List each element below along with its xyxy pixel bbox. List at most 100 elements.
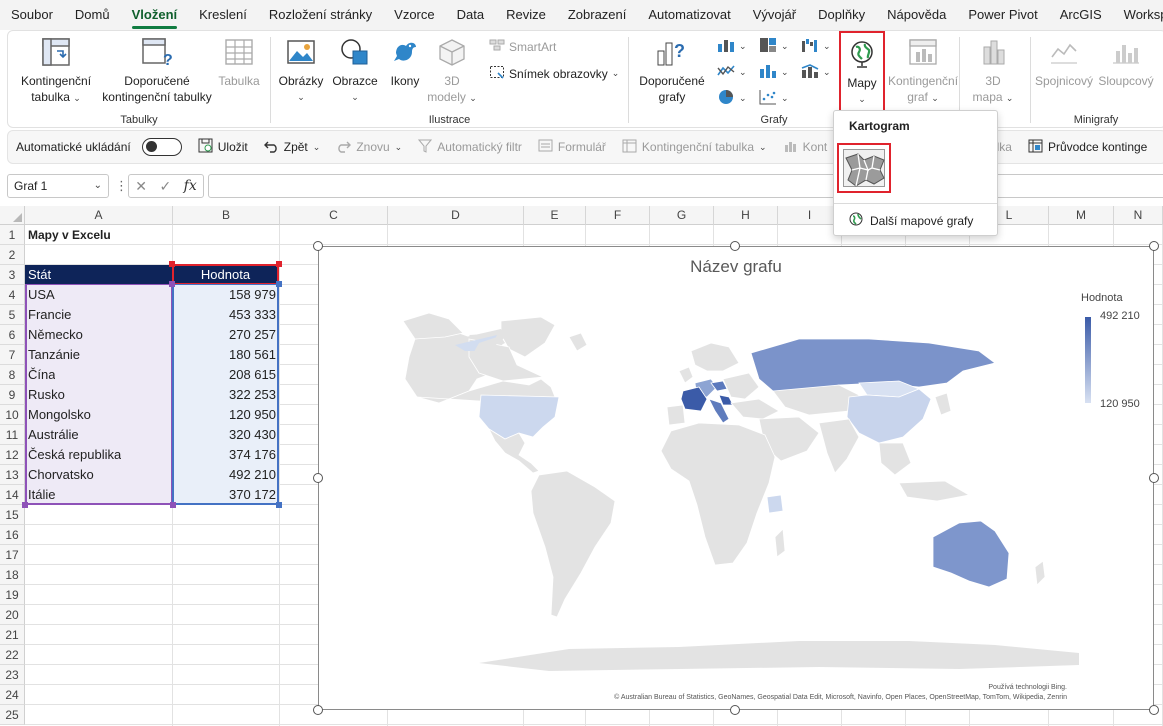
tab-3[interactable]: Kreslení	[188, 0, 258, 30]
tab-14[interactable]: ArcGIS	[1049, 0, 1113, 30]
row-header-7[interactable]: 7	[0, 345, 25, 365]
more-map-charts-button[interactable]: Další mapové grafy	[849, 212, 973, 229]
country-australia[interactable]	[932, 520, 1010, 588]
redo-button[interactable]: Znovu ⌄	[328, 139, 410, 156]
tab-5[interactable]: Vzorce	[383, 0, 445, 30]
3d-models-button[interactable]: 3D modely ⌄	[427, 35, 477, 106]
save-button[interactable]: Uložit	[190, 138, 256, 156]
cancel-icon[interactable]: ✕	[135, 178, 147, 195]
undo-button[interactable]: Zpět ⌄	[256, 139, 329, 156]
name-box[interactable]: Graf 1 ⌄	[7, 174, 109, 198]
column-header-E[interactable]: E	[524, 206, 586, 225]
range-handle[interactable]	[276, 281, 282, 287]
row-header-9[interactable]: 9	[0, 385, 25, 405]
row-header-21[interactable]: 21	[0, 625, 25, 645]
country-new-zealand[interactable]	[1034, 560, 1046, 586]
resize-handle[interactable]	[1149, 473, 1159, 483]
country-eastern-europe[interactable]	[722, 372, 760, 400]
icons-button[interactable]: Ikony	[383, 35, 427, 89]
row-header-3[interactable]: 3	[0, 265, 25, 285]
shapes-button[interactable]: Obrazce ⌄	[329, 35, 381, 105]
resize-handle[interactable]	[1149, 705, 1159, 715]
formula-input[interactable]	[208, 174, 1163, 198]
select-all-corner[interactable]	[0, 206, 25, 225]
column-header-G[interactable]: G	[650, 206, 714, 225]
pictures-button[interactable]: Obrázky ⌄	[275, 35, 327, 105]
pivot-chart-button[interactable]: Kontingenční graf ⌄	[885, 35, 961, 106]
header-value-cell[interactable]: Hodnota	[172, 264, 279, 285]
country-madagascar[interactable]	[774, 528, 786, 558]
statistic-chart-button[interactable]: ⌄	[759, 63, 789, 82]
tab-12[interactable]: Nápověda	[876, 0, 957, 30]
range-handle[interactable]	[169, 281, 175, 287]
range-handle[interactable]	[276, 502, 282, 508]
resize-handle[interactable]	[730, 705, 740, 715]
range-handle[interactable]	[170, 502, 176, 508]
resize-handle[interactable]	[313, 473, 323, 483]
chevron-down-icon[interactable]: ⌄	[395, 142, 403, 153]
country-iberia[interactable]	[666, 404, 686, 426]
country-canada-north[interactable]	[402, 312, 464, 340]
row-header-10[interactable]: 10	[0, 405, 25, 425]
sheet-title[interactable]: Mapy v Excelu	[28, 225, 111, 245]
row-header-16[interactable]: 16	[0, 525, 25, 545]
chevron-down-icon[interactable]: ⌄	[759, 142, 767, 153]
tab-0[interactable]: Soubor	[0, 0, 64, 30]
country-africa[interactable]	[660, 422, 776, 566]
row-header-11[interactable]: 11	[0, 425, 25, 445]
row-header-18[interactable]: 18	[0, 565, 25, 585]
country-southeast-asia[interactable]	[878, 442, 912, 476]
tab-10[interactable]: Vývojář	[742, 0, 807, 30]
scatter-chart-button[interactable]: ⌄	[759, 89, 789, 108]
row-header-17[interactable]: 17	[0, 545, 25, 565]
country-south-america[interactable]	[530, 470, 616, 618]
line-chart-button[interactable]: ⌄	[717, 63, 747, 82]
range-handle[interactable]	[22, 502, 28, 508]
header-state[interactable]: Stát	[28, 265, 51, 285]
row-header-6[interactable]: 6	[0, 325, 25, 345]
tab-1[interactable]: Domů	[64, 0, 121, 30]
row-header-1[interactable]: 1	[0, 225, 25, 245]
maps-button[interactable]: Mapy ⌄	[839, 31, 885, 113]
waterfall-chart-button[interactable]: ⌄	[801, 37, 831, 56]
recommended-pivot-button[interactable]: ? Doporučené kontingenční tabulky	[96, 35, 218, 105]
pivot-qat-button-2[interactable]: Kont	[775, 139, 836, 156]
resize-handle[interactable]	[1149, 241, 1159, 251]
country-india[interactable]	[818, 418, 860, 474]
country-scandinavia[interactable]	[690, 342, 740, 372]
column-header-H[interactable]: H	[714, 206, 778, 225]
resize-handle[interactable]	[313, 241, 323, 251]
row-header-15[interactable]: 15	[0, 505, 25, 525]
pivot-table-qat-button[interactable]: Kontingenční tabulka ⌄	[614, 139, 775, 156]
tab-4[interactable]: Rozložení stránky	[258, 0, 383, 30]
column-header-F[interactable]: F	[586, 206, 650, 225]
column-header-D[interactable]: D	[388, 206, 524, 225]
autosave-toggle[interactable]: Automatické ukládání	[8, 138, 190, 156]
sparkline-column-button[interactable]: Sloupcový	[1093, 35, 1159, 89]
country-indonesia[interactable]	[898, 480, 971, 502]
insert-function-icon[interactable]: fx	[184, 178, 197, 194]
country-central-asia[interactable]	[772, 384, 860, 416]
column-chart-button[interactable]: ⌄	[717, 37, 747, 56]
chevron-down-icon[interactable]: ⌄	[94, 175, 102, 197]
row-header-2[interactable]: 2	[0, 245, 25, 265]
filled-map-option[interactable]	[837, 143, 891, 193]
country-balkans-turkey[interactable]	[730, 398, 780, 420]
country-tanzania[interactable]	[766, 494, 784, 514]
screenshot-button[interactable]: Snímek obrazovky ⌄	[489, 65, 619, 82]
range-handle[interactable]	[169, 261, 175, 267]
tab-9[interactable]: Automatizovat	[637, 0, 741, 30]
column-header-M[interactable]: M	[1049, 206, 1114, 225]
antarctica[interactable]	[479, 641, 1079, 671]
pivot-wizard-button[interactable]: Průvodce kontinge	[1020, 139, 1155, 156]
row-header-22[interactable]: 22	[0, 645, 25, 665]
resize-handle[interactable]	[313, 705, 323, 715]
column-header-A[interactable]: A	[25, 206, 173, 225]
tab-8[interactable]: Zobrazení	[557, 0, 638, 30]
combo-chart-button[interactable]: ⌄	[801, 63, 831, 82]
row-header-20[interactable]: 20	[0, 605, 25, 625]
row-header-13[interactable]: 13	[0, 465, 25, 485]
country-japan[interactable]	[934, 392, 952, 416]
column-header-C[interactable]: C	[280, 206, 388, 225]
resize-handle[interactable]	[730, 241, 740, 251]
